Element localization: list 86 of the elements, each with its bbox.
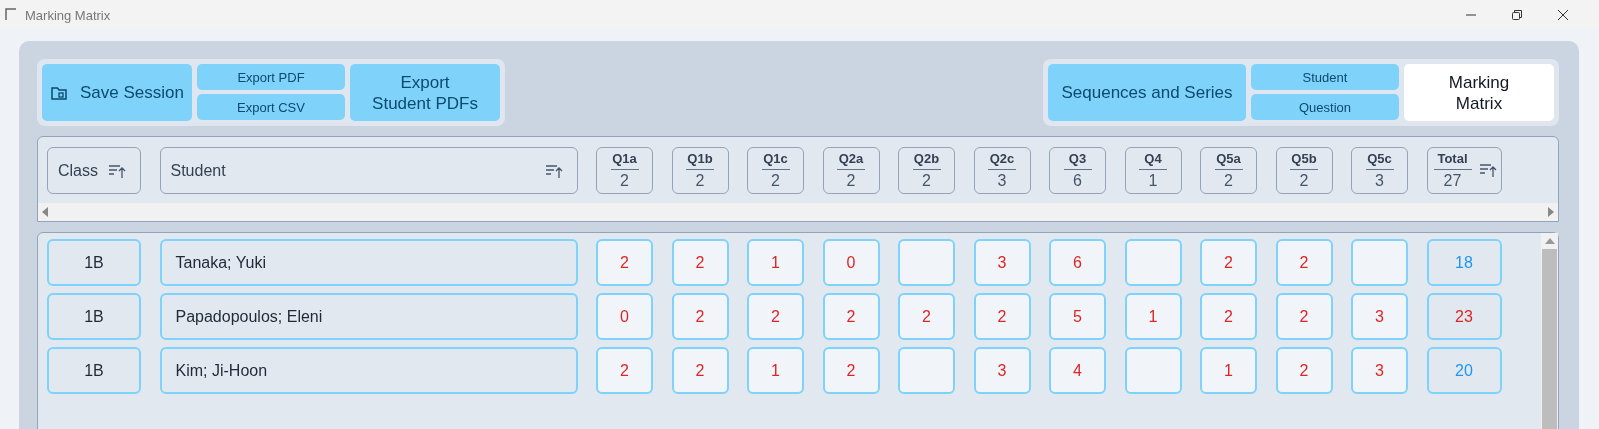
score-field[interactable]: 1 bbox=[747, 239, 804, 286]
topic-button[interactable]: Sequences and Series bbox=[1048, 64, 1246, 121]
column-header[interactable]: Student bbox=[159, 147, 578, 194]
score-field[interactable]: 2 bbox=[596, 239, 653, 286]
question-label: Q2a bbox=[837, 151, 865, 170]
score-field[interactable]: 2 bbox=[973, 293, 1031, 340]
max-mark: 6 bbox=[1073, 171, 1082, 190]
max-mark: 1 bbox=[1148, 171, 1158, 190]
total-cell: 23 bbox=[1426, 293, 1502, 340]
score-field[interactable]: 2 bbox=[747, 293, 804, 340]
question-label: Q4 bbox=[1139, 151, 1167, 170]
column-header[interactable]: Q5a 2 bbox=[1200, 147, 1257, 194]
total-cell: 20 bbox=[1426, 347, 1502, 394]
column-header[interactable]: Q5c 3 bbox=[1351, 147, 1408, 194]
score-field[interactable]: 1 bbox=[1200, 347, 1257, 394]
score-field[interactable]: 5 bbox=[1049, 293, 1106, 340]
column-label: Student bbox=[170, 161, 226, 180]
student-cell: Kim; Ji-Hoon bbox=[159, 347, 578, 394]
column-label: Class bbox=[58, 161, 98, 180]
score-field[interactable]: 0 bbox=[822, 239, 880, 286]
column-header[interactable]: Q4 1 bbox=[1124, 147, 1182, 194]
question-label: Q5a bbox=[1214, 151, 1243, 170]
score-field[interactable]: 3 bbox=[1351, 293, 1408, 340]
column-header[interactable]: Total 27 bbox=[1426, 147, 1502, 194]
export-button[interactable]: Export CSV bbox=[197, 94, 345, 120]
max-mark: 2 bbox=[922, 171, 931, 190]
score-field[interactable]: 2 bbox=[671, 239, 729, 286]
student-cell: Tanaka; Yuki bbox=[159, 239, 578, 286]
max-mark: 2 bbox=[771, 171, 780, 190]
student-cell: Papadopoulos; Eleni bbox=[159, 293, 578, 340]
score-field[interactable]: 2 bbox=[822, 293, 880, 340]
question-label: Q1a bbox=[610, 151, 639, 170]
score-field[interactable]: 2 bbox=[822, 347, 880, 394]
class-cell: 1B bbox=[47, 347, 141, 394]
column-header[interactable]: Class bbox=[47, 147, 141, 194]
score-field[interactable]: 3 bbox=[973, 239, 1031, 286]
score-field[interactable]: 6 bbox=[1049, 239, 1106, 286]
score-field[interactable]: 2 bbox=[671, 347, 729, 394]
column-header[interactable]: Q2c 3 bbox=[973, 147, 1031, 194]
question-label: Q1b bbox=[686, 151, 714, 170]
score-field[interactable]: 3 bbox=[973, 347, 1031, 394]
total-cell: 18 bbox=[1426, 239, 1502, 286]
score-field[interactable]: 0 bbox=[596, 293, 653, 340]
score-field[interactable]: 2 bbox=[1275, 239, 1333, 286]
view-tab[interactable]: Marking Matrix bbox=[1404, 64, 1554, 121]
column-header[interactable]: Q5b 2 bbox=[1275, 147, 1333, 194]
column-header[interactable]: Q1c 2 bbox=[747, 147, 804, 194]
column-header[interactable]: Q2b 2 bbox=[898, 147, 955, 194]
class-cell: 1B bbox=[47, 293, 141, 340]
question-label: Q3 bbox=[1063, 151, 1092, 170]
score-field[interactable]: 2 bbox=[1275, 347, 1333, 394]
class-cell: 1B bbox=[47, 239, 141, 286]
max-mark: 2 bbox=[695, 171, 705, 190]
score-field[interactable]: 1 bbox=[747, 347, 804, 394]
score-field[interactable]: 2 bbox=[1200, 293, 1257, 340]
max-mark: 2 bbox=[1224, 171, 1233, 190]
question-label: Total bbox=[1433, 151, 1472, 170]
column-header[interactable]: Q1b 2 bbox=[671, 147, 729, 194]
max-mark: 2 bbox=[846, 171, 856, 190]
question-label: Q5b bbox=[1290, 151, 1318, 170]
column-header[interactable]: Q2a 2 bbox=[822, 147, 880, 194]
score-field[interactable]: 3 bbox=[1351, 347, 1408, 394]
view-tab[interactable]: Question bbox=[1251, 94, 1399, 120]
score-field[interactable]: 2 bbox=[596, 347, 653, 394]
score-field[interactable]: 2 bbox=[1200, 239, 1257, 286]
export-student-pdfs-button[interactable]: Export Student PDFs bbox=[350, 64, 500, 121]
view-tab[interactable]: Student bbox=[1251, 64, 1399, 90]
export-button[interactable]: Export PDF bbox=[197, 64, 345, 90]
max-mark: 2 bbox=[620, 171, 629, 190]
column-header[interactable]: Q3 6 bbox=[1049, 147, 1106, 194]
max-mark: 2 bbox=[1299, 171, 1309, 190]
question-label: Q2b bbox=[912, 151, 941, 170]
save-session-button[interactable]: Save Session bbox=[42, 64, 192, 121]
max-mark: 3 bbox=[1375, 171, 1384, 190]
question-label: Q2c bbox=[988, 151, 1016, 170]
score-field[interactable]: 2 bbox=[1275, 293, 1333, 340]
score-field[interactable]: 2 bbox=[671, 293, 729, 340]
question-label: Q1c bbox=[761, 151, 790, 170]
max-mark: 3 bbox=[997, 171, 1007, 190]
question-label: Q5c bbox=[1365, 151, 1394, 170]
window-title: Marking Matrix bbox=[25, 7, 111, 23]
score-field[interactable]: 1 bbox=[1124, 293, 1182, 340]
score-field[interactable]: 2 bbox=[898, 293, 955, 340]
score-field[interactable]: 4 bbox=[1049, 347, 1106, 394]
max-mark: 27 bbox=[1443, 171, 1462, 190]
column-header[interactable]: Q1a 2 bbox=[596, 147, 653, 194]
